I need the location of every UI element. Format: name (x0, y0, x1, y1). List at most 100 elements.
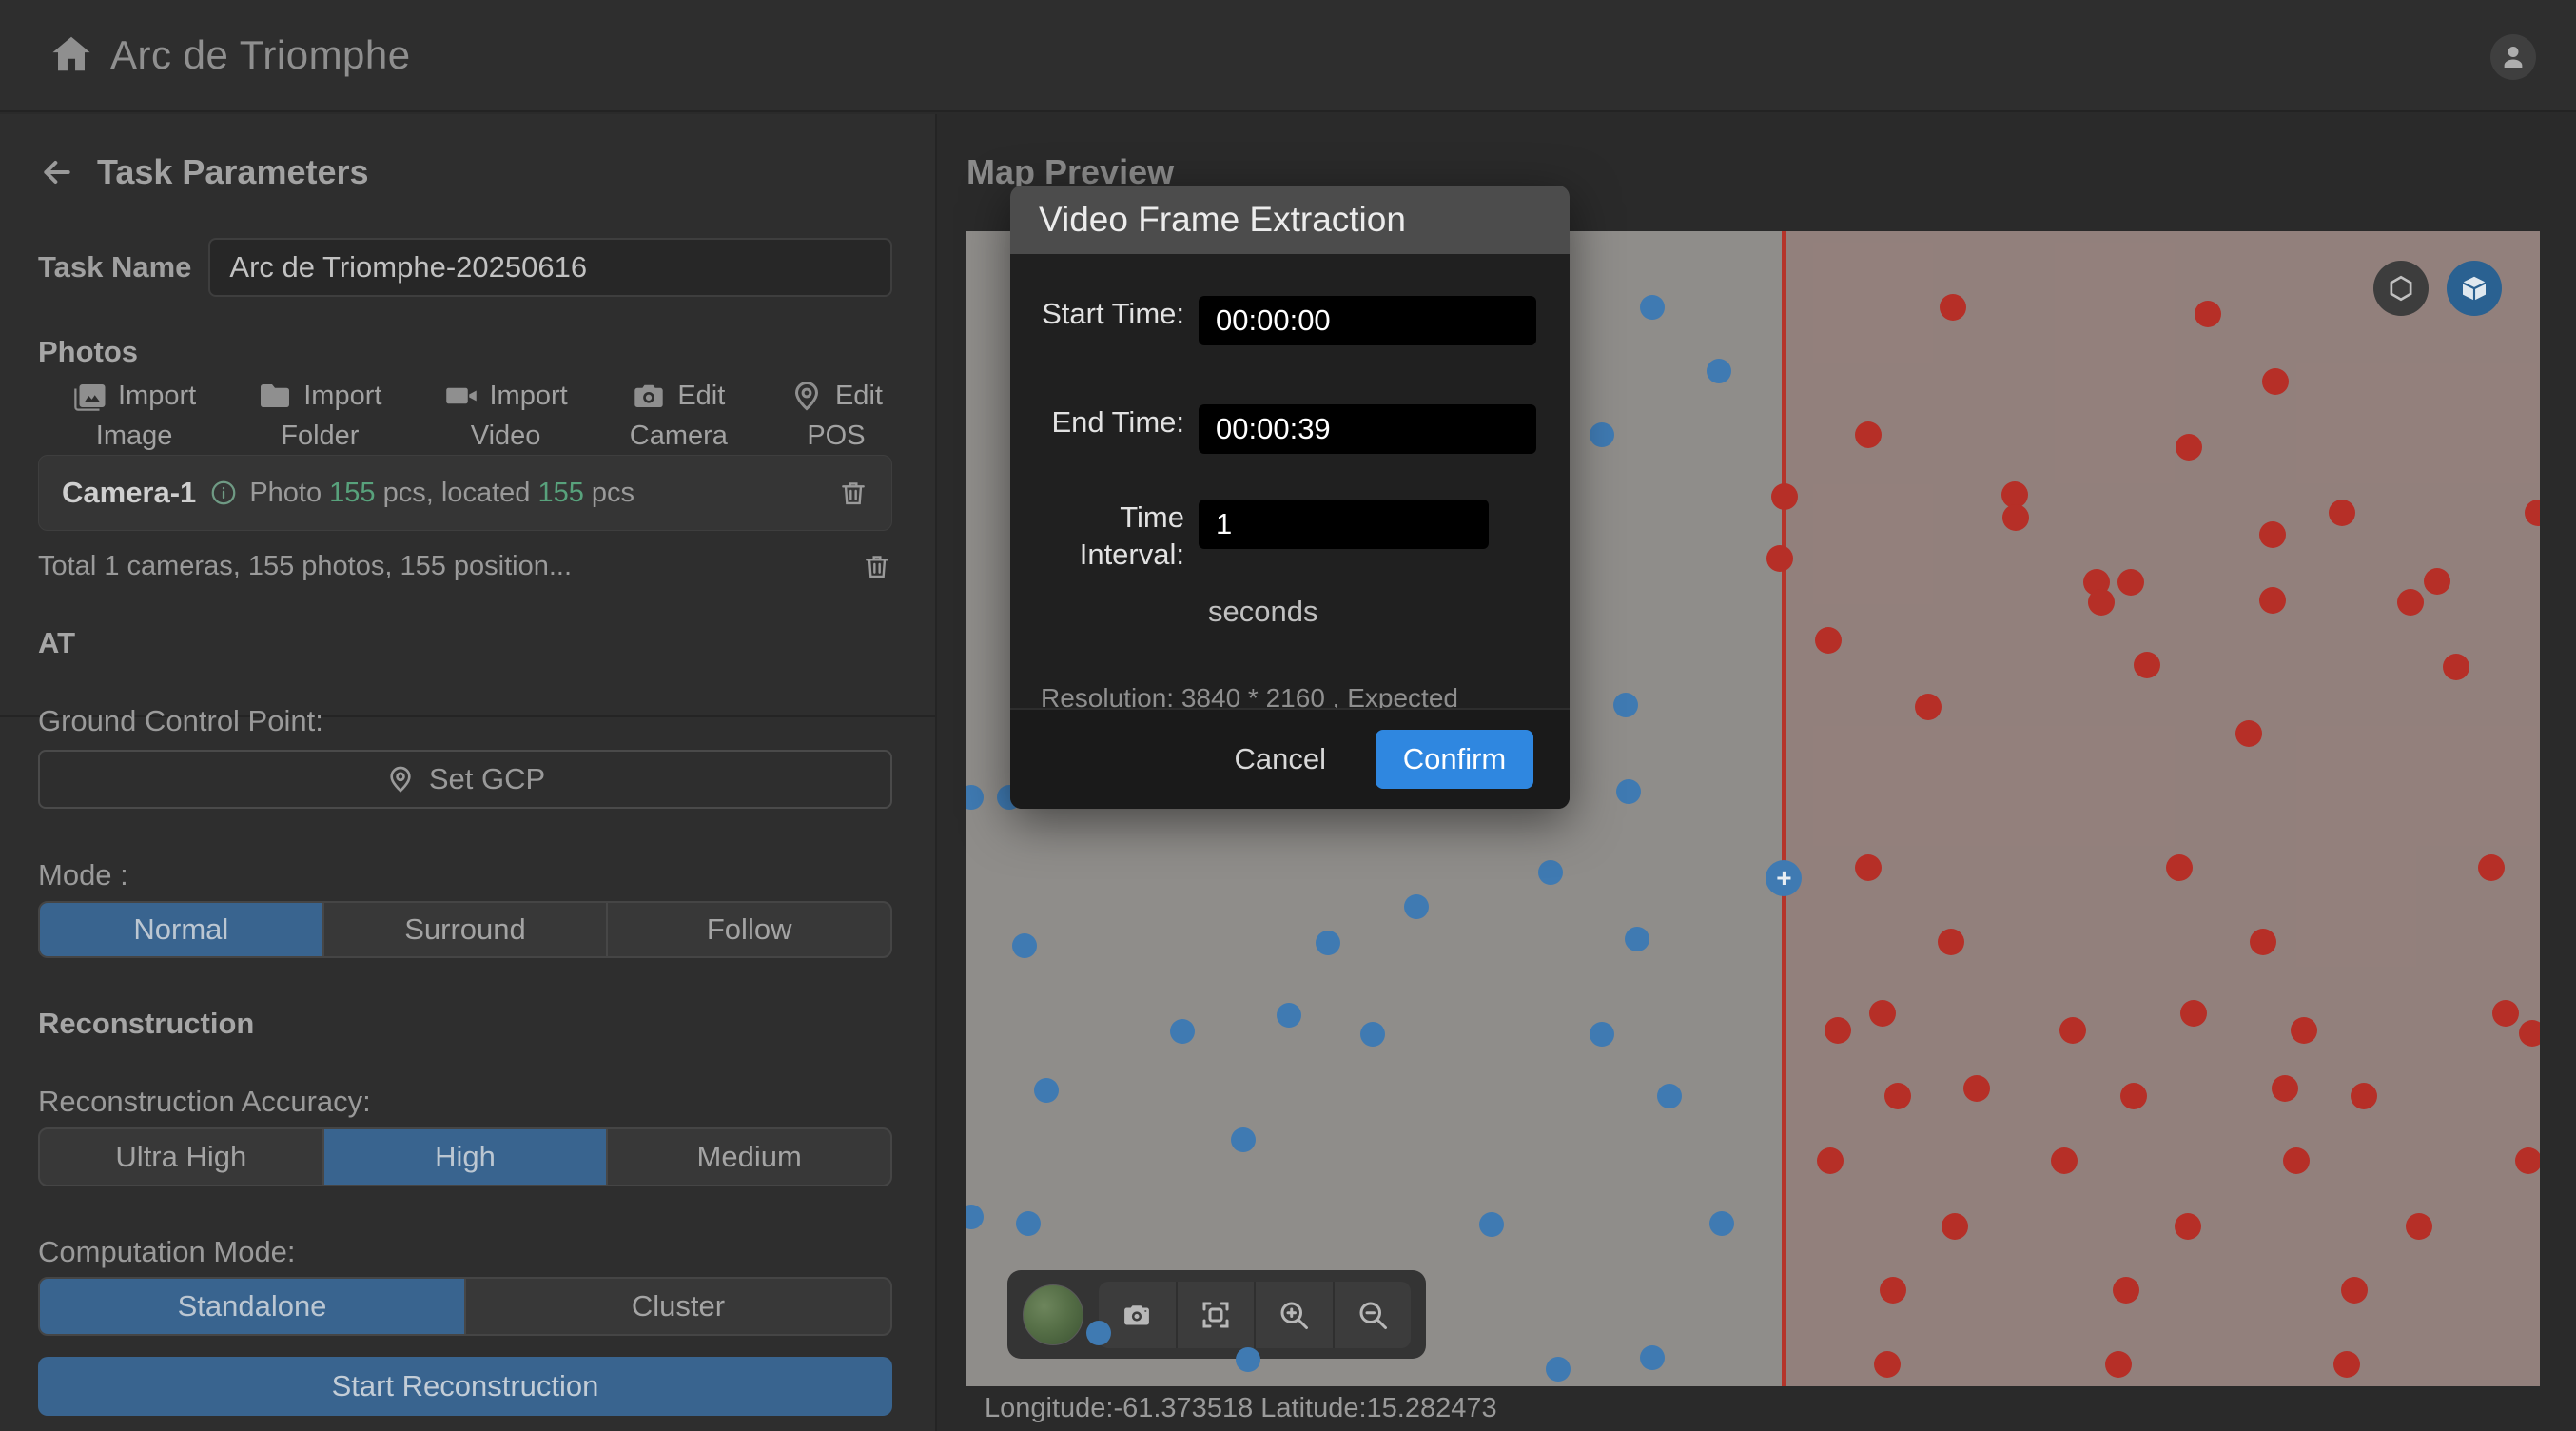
video-frame-extraction-dialog: Video Frame Extraction Start Time: End T… (1010, 186, 1570, 809)
back-icon[interactable] (38, 153, 76, 191)
basemap-thumbnail[interactable] (1023, 1284, 1083, 1345)
photo-point-red (1817, 1147, 1844, 1174)
task-name-label: Task Name (38, 250, 191, 284)
layers-hexagon-button[interactable] (2373, 261, 2429, 316)
camera-photo-summary: Photo 155 pcs, located 155 pcs (249, 478, 634, 509)
pin-icon (790, 379, 824, 413)
photo-point-red (1855, 421, 1882, 448)
task-name-row: Task Name (38, 238, 892, 297)
time-interval-label: Time Interval: (1010, 500, 1184, 574)
map-toolbar (1007, 1270, 1426, 1359)
photo-point-red (2105, 1351, 2132, 1378)
start-time-label: Start Time: (1010, 296, 1184, 345)
photo-point-red (2195, 301, 2221, 327)
photo-point-red (1771, 483, 1798, 510)
computation-option-cluster[interactable]: Cluster (466, 1279, 890, 1334)
mode-option-normal[interactable]: Normal (40, 903, 324, 956)
photo-point-red (2424, 568, 2450, 595)
accuracy-option-high[interactable]: High (324, 1129, 609, 1185)
photo-point-blue (1034, 1078, 1059, 1103)
photo-point-blue (1625, 927, 1649, 951)
photo-point-red (2134, 652, 2160, 678)
at-heading: AT (38, 626, 892, 660)
import-folder-button[interactable]: Import Folder (258, 379, 381, 452)
photo-point-blue (1277, 1003, 1301, 1028)
photo-point-blue (966, 785, 984, 810)
end-time-row: End Time: (1010, 404, 1570, 454)
photo-point-red (1938, 929, 1964, 955)
delete-camera-icon[interactable] (838, 477, 868, 509)
accuracy-option-medium[interactable]: Medium (608, 1129, 890, 1185)
time-interval-input[interactable] (1199, 500, 1489, 549)
edit-camera-button[interactable]: Edit Camera (630, 379, 728, 452)
photo-point-red (2259, 521, 2286, 548)
zoom-in-button[interactable] (1256, 1282, 1335, 1348)
photo-point-red (2329, 500, 2355, 526)
photo-point-red (2443, 654, 2469, 680)
cancel-button[interactable]: Cancel (1235, 742, 1327, 776)
photo-point-blue (1590, 422, 1614, 447)
photo-point-red (1766, 545, 1793, 572)
delete-all-icon[interactable] (862, 550, 892, 582)
photo-point-blue (1657, 1084, 1682, 1108)
view-3d-cube-button[interactable] (2447, 261, 2502, 316)
photo-point-red (2117, 569, 2144, 596)
user-avatar[interactable] (2490, 34, 2536, 80)
mode-option-surround[interactable]: Surround (324, 903, 609, 956)
task-name-input[interactable] (208, 238, 892, 297)
interval-unit-label: seconds (1208, 595, 1570, 629)
photo-point-red (2478, 854, 2505, 881)
confirm-button[interactable]: Confirm (1376, 730, 1533, 789)
image-icon (72, 379, 107, 413)
fit-extent-button[interactable] (1178, 1282, 1257, 1348)
total-summary-text: Total 1 cameras, 155 photos, 155 positio… (38, 551, 572, 582)
set-gcp-button[interactable]: Set GCP (38, 750, 892, 809)
panel-title: Task Parameters (97, 152, 369, 192)
computation-segmented-control: Standalone Cluster (38, 1277, 892, 1336)
photo-point-red (2166, 854, 2193, 881)
photo-point-red (1915, 694, 1942, 720)
camera-icon (632, 379, 666, 413)
computation-option-standalone[interactable]: Standalone (40, 1279, 466, 1334)
photo-point-red (2113, 1277, 2139, 1304)
photo-point-blue (1546, 1357, 1571, 1382)
divider-line (1782, 231, 1786, 1386)
position-marker[interactable]: + (1766, 860, 1802, 896)
accuracy-option-ultra-high[interactable]: Ultra High (40, 1129, 324, 1185)
edit-pos-button[interactable]: Edit POS (790, 379, 883, 452)
photo-point-red (2262, 368, 2289, 395)
photo-point-red (1942, 1213, 1968, 1240)
photo-point-red (2180, 1000, 2207, 1027)
mode-segmented-control: Normal Surround Follow (38, 901, 892, 958)
dialog-footer: Cancel Confirm (1010, 708, 1570, 809)
topbar: Arc de Triomphe (0, 0, 2576, 112)
start-time-input[interactable] (1199, 296, 1536, 345)
photo-point-red (2406, 1213, 2432, 1240)
photo-point-blue (1613, 693, 1638, 717)
mode-option-follow[interactable]: Follow (608, 903, 890, 956)
photo-point-red (1880, 1277, 1906, 1304)
photo-point-blue (1479, 1212, 1504, 1237)
photo-point-red (1815, 627, 1842, 654)
import-video-button[interactable]: Import Video (444, 379, 568, 452)
snapshot-camera-button[interactable] (1099, 1282, 1178, 1348)
end-time-label: End Time: (1010, 404, 1184, 454)
import-image-button[interactable]: Import Image (72, 379, 196, 452)
photo-point-blue (1360, 1022, 1385, 1047)
zoom-out-button[interactable] (1335, 1282, 1412, 1348)
map-tool-group (1099, 1282, 1411, 1348)
total-summary-row: Total 1 cameras, 155 photos, 155 positio… (38, 550, 892, 582)
start-time-row: Start Time: (1010, 296, 1570, 345)
computation-mode-label: Computation Mode: (38, 1235, 892, 1269)
start-reconstruction-button[interactable]: Start Reconstruction (38, 1357, 892, 1416)
photo-point-blue (1640, 295, 1665, 320)
camera-name: Camera-1 (62, 476, 196, 510)
camera-list-item[interactable]: Camera-1 Photo 155 pcs, located 155 pcs (38, 455, 892, 531)
photo-point-red (2235, 720, 2262, 747)
photo-point-red (2051, 1147, 2078, 1174)
photo-point-blue (1709, 1211, 1734, 1236)
photo-point-red (2175, 1213, 2201, 1240)
photo-point-red (2120, 1083, 2147, 1109)
home-icon[interactable] (49, 32, 93, 76)
end-time-input[interactable] (1199, 404, 1536, 454)
